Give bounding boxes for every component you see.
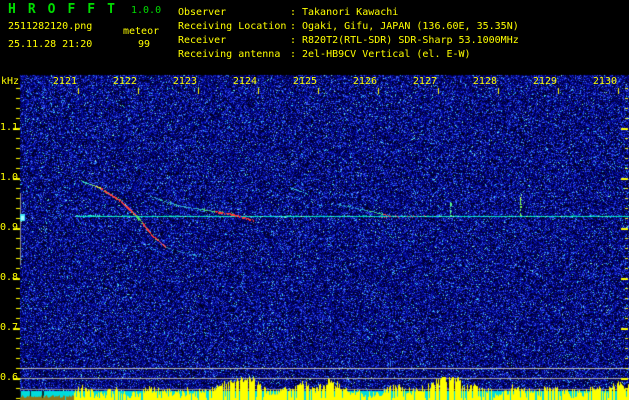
time-tick-label: 2121 — [52, 76, 77, 87]
time-tick-label: 2122 — [112, 76, 137, 87]
info-label: Receiving Location — [178, 21, 287, 32]
info-colon: : — [290, 21, 297, 32]
freq-tick-label: 0.7 — [0, 322, 19, 333]
app-title: HROFFT — [8, 2, 127, 17]
info-colon: : — [290, 35, 297, 46]
info-row-location: Receiving Location: Ogaki, Gifu, JAPAN (1… — [178, 21, 519, 32]
time-tick-label: 2128 — [472, 76, 497, 87]
info-row-observer: Observer: Takanori Kawachi — [178, 7, 398, 18]
info-value: Takanori Kawachi — [302, 7, 399, 18]
freq-tick-label: 0.8 — [0, 272, 19, 283]
time-tick-label: 2126 — [352, 76, 377, 87]
info-row-receiver: Receiver: R820T2(RTL-SDR) SDR-Sharp 53.10… — [178, 35, 519, 46]
info-value: 2el-HB9CV Vertical (el. E-W) — [302, 49, 471, 60]
info-label: Receiver — [178, 35, 227, 46]
freq-tick-label: 0.9 — [0, 222, 19, 233]
mode-label: meteor — [123, 26, 160, 37]
time-tick-label: 2130 — [592, 76, 617, 87]
time-tick-label: 2124 — [232, 76, 257, 87]
info-value: R820T2(RTL-SDR) SDR-Sharp 53.1000MHz — [302, 35, 519, 46]
freq-tick-label: 0.6 — [0, 372, 19, 383]
info-label: Observer — [178, 7, 227, 18]
info-colon: : — [290, 49, 297, 60]
timestamp-label: 25.11.28 21:20 — [8, 39, 93, 50]
time-tick-label: 2129 — [532, 76, 557, 87]
info-colon: : — [290, 7, 297, 18]
hrofft-output-image: HROFFT 1.0.0 2511282120.png meteor 25.11… — [0, 0, 629, 400]
spectrogram-canvas — [0, 0, 629, 400]
info-label: Receiving antenna — [178, 49, 281, 60]
echo-count: 99 — [138, 39, 151, 50]
time-tick-label: 2127 — [412, 76, 437, 87]
time-tick-label: 2125 — [292, 76, 317, 87]
info-row-antenna: Receiving antenna:2el-HB9CV Vertical (el… — [178, 49, 471, 60]
info-value: Ogaki, Gifu, JAPAN (136.60E, 35.35N) — [302, 21, 519, 32]
freq-tick-label: 1.0 — [0, 172, 19, 183]
time-tick-label: 2123 — [172, 76, 197, 87]
filename-label: 2511282120.png — [8, 21, 93, 32]
freq-tick-label: 1.1 — [0, 122, 19, 133]
freq-axis-unit: kHz — [1, 76, 20, 87]
app-version: 1.0.0 — [131, 5, 162, 16]
